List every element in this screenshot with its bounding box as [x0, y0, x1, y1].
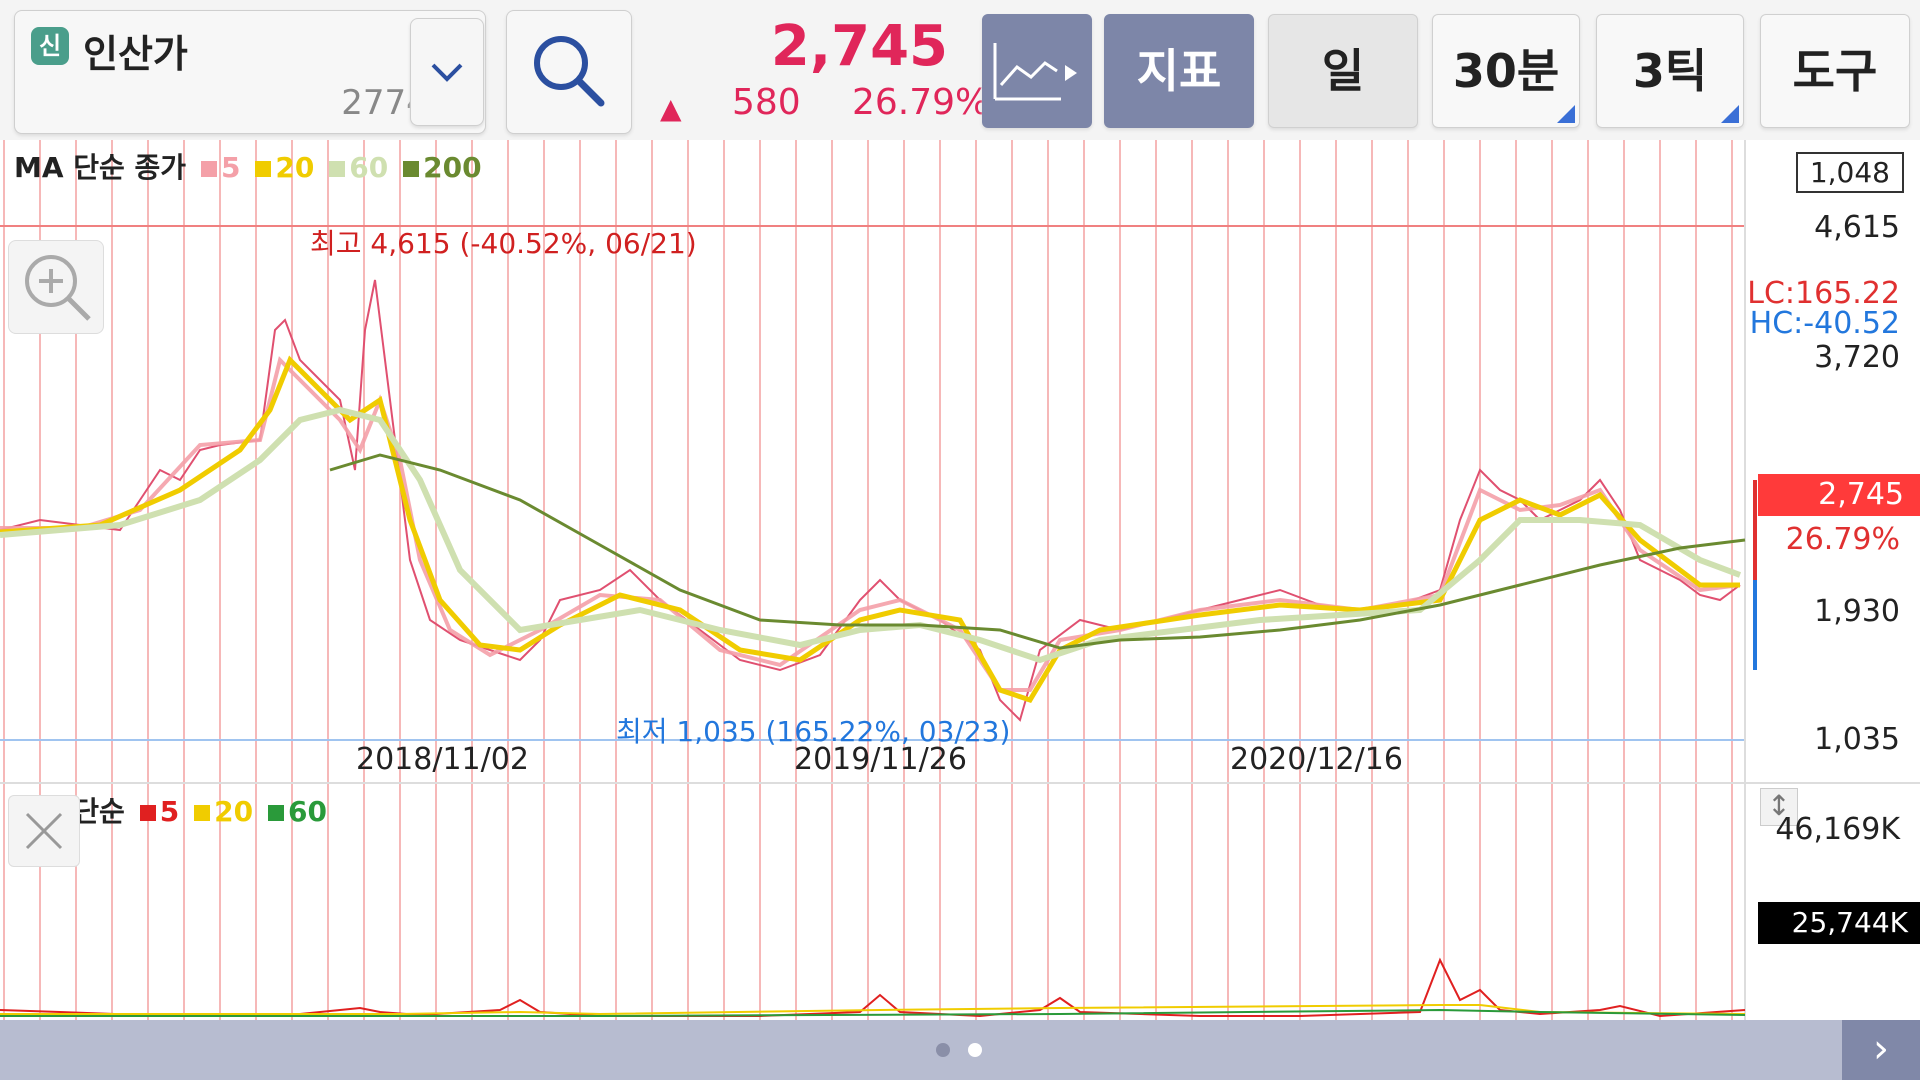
chart-type-button[interactable]: [982, 14, 1092, 128]
current-change-percent: 26.79%: [1785, 522, 1900, 557]
price-axis-low: 1,035: [1814, 722, 1900, 757]
price-change: 580: [732, 82, 801, 123]
zoom-button[interactable]: [8, 240, 104, 334]
dropdown-corner-icon: [1721, 105, 1739, 123]
current-price-box: 2,745: [1758, 474, 1920, 516]
legend-vol-ma60: 60: [267, 795, 327, 828]
search-icon: [534, 36, 605, 107]
price-axis-mid-upper: 3,720: [1814, 340, 1900, 375]
minute-interval-button[interactable]: 30분: [1432, 14, 1580, 128]
volume-current-box: 25,744K: [1758, 902, 1920, 944]
date-label: 2020/12/16: [1230, 742, 1403, 777]
top-toolbar: 신 인산가 277410 2,745 ▲ 580 26.79% 지표 일 30분…: [0, 0, 1920, 140]
legend-ma60: 60: [329, 151, 388, 184]
tick-interval-button[interactable]: 3틱: [1596, 14, 1744, 128]
price-legend: MA 단순 종가 5 20 60 200: [14, 146, 482, 186]
chart-canvas[interactable]: [0, 140, 1920, 1020]
stock-name: 인산가: [83, 32, 188, 76]
legend-vol-ma5: 5: [139, 795, 179, 828]
price-axis-high: 4,615: [1814, 210, 1900, 245]
tools-button[interactable]: 도구: [1760, 14, 1910, 128]
volume-bars: [0, 957, 1746, 1018]
stock-dropdown-button[interactable]: [410, 18, 484, 126]
hc-label: HC:-40.52: [1749, 306, 1900, 341]
volume-axis-max: 46,169K: [1775, 812, 1900, 847]
page-dot-active[interactable]: [968, 1043, 982, 1057]
indicator-button[interactable]: 지표: [1104, 14, 1254, 128]
high-annotation: 최고 4,615 (-40.52%, 06/21): [310, 227, 697, 260]
chevron-right-icon: ›: [1873, 1026, 1889, 1072]
next-page-button[interactable]: ›: [1842, 1020, 1920, 1080]
page-indicator-bar: [0, 1020, 1920, 1080]
tick-interval-label: 3틱: [1632, 44, 1708, 98]
zoom-in-icon: [25, 255, 91, 321]
minute-interval-label: 30분: [1452, 44, 1560, 98]
price-axis-top-box: 1,048: [1795, 152, 1904, 193]
price-legend-title: MA 단순 종가: [14, 151, 187, 184]
search-button[interactable]: [506, 10, 632, 134]
close-volume-button[interactable]: [8, 795, 80, 867]
chevron-down-icon: [431, 63, 463, 82]
price-axis-mid-lower: 1,930: [1814, 594, 1900, 629]
price-line: [0, 279, 1741, 722]
legend-ma200: 200: [403, 151, 482, 184]
credit-badge: 신: [31, 27, 69, 65]
legend-ma5: 5: [200, 151, 240, 184]
date-label: 2018/11/02: [356, 742, 529, 777]
price-change-percent: 26.79%: [852, 82, 990, 123]
dropdown-corner-icon: [1557, 105, 1575, 123]
up-arrow-icon: ▲: [660, 92, 682, 125]
current-price: 2,745: [770, 14, 948, 79]
legend-ma20: 20: [255, 151, 314, 184]
legend-vol-ma20: 20: [194, 795, 253, 828]
period-day-button[interactable]: 일: [1268, 14, 1418, 128]
date-label: 2019/11/26: [794, 742, 967, 777]
page-dot[interactable]: [936, 1043, 950, 1057]
close-icon: [25, 812, 63, 850]
line-chart-icon: [993, 43, 1077, 101]
